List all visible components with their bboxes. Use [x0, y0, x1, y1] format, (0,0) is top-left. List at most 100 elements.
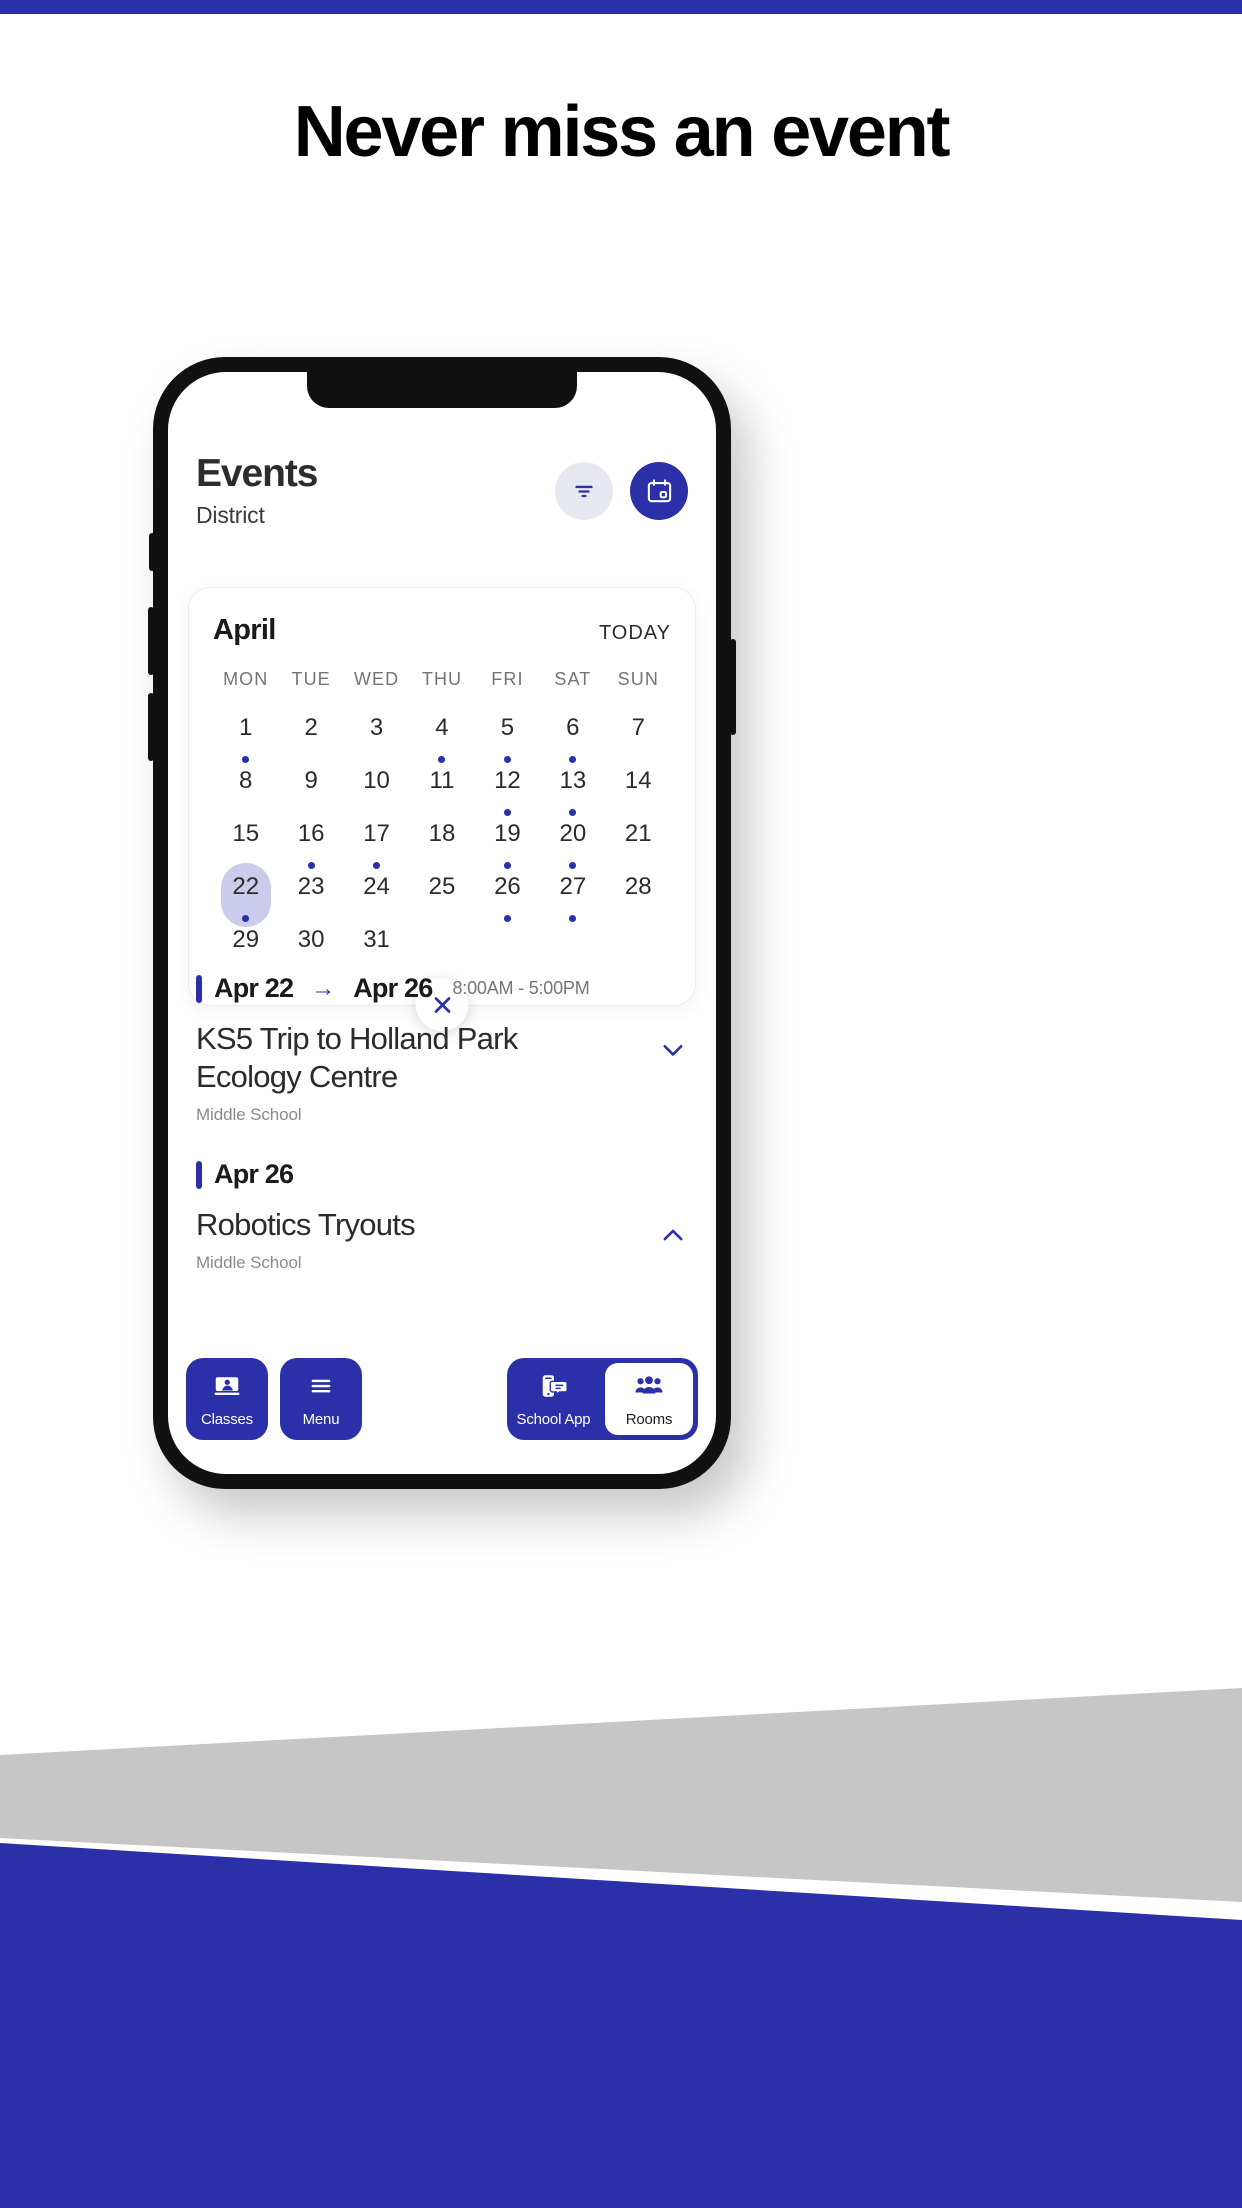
calendar-day[interactable]: 22 — [213, 863, 278, 927]
calendar-day[interactable]: 9 — [278, 763, 343, 816]
event-date-start: Apr 26 — [214, 1159, 294, 1190]
calendar-day-number — [615, 918, 661, 961]
calendar-day-number: 4 — [435, 713, 449, 741]
calendar-day[interactable]: 6 — [540, 710, 605, 763]
calendar-day-empty — [475, 922, 540, 975]
calendar-day[interactable]: 8 — [213, 763, 278, 816]
calendar-day[interactable]: 11 — [409, 763, 474, 816]
calendar-day-number — [419, 918, 465, 961]
phone-chat-icon — [539, 1371, 569, 1406]
calendar-day[interactable]: 27 — [540, 869, 605, 922]
calendar-day[interactable]: 20 — [540, 816, 605, 869]
calendar-day[interactable]: 25 — [409, 869, 474, 922]
nav-item-menu[interactable]: Menu — [280, 1358, 362, 1440]
calendar-day-number — [550, 918, 596, 961]
calendar-day-number: 19 — [494, 819, 521, 847]
calendar-day-number: 15 — [232, 819, 260, 847]
calendar-day-number — [484, 918, 530, 961]
calendar-day[interactable]: 5 — [475, 710, 540, 763]
calendar-day[interactable]: 18 — [409, 816, 474, 869]
calendar-day[interactable]: 31 — [344, 922, 409, 975]
calendar-day[interactable]: 16 — [278, 816, 343, 869]
event-text-block: KS5 Trip to Holland Park Ecology Centre M… — [196, 1020, 596, 1125]
calendar-day[interactable]: 30 — [278, 922, 343, 975]
nav-item-rooms[interactable]: Rooms — [605, 1363, 693, 1435]
today-button[interactable]: TODAY — [599, 622, 671, 645]
calendar-day-number: 21 — [624, 819, 652, 847]
page-headline: Never miss an event — [293, 92, 951, 172]
calendar-day-number: 28 — [624, 872, 652, 900]
calendar-day[interactable]: 29 — [213, 922, 278, 975]
header-actions — [555, 450, 688, 520]
calendar-day[interactable]: 19 — [475, 816, 540, 869]
bottom-navigation: Classes Menu School App Rooms — [168, 1358, 716, 1440]
calendar-button[interactable] — [630, 462, 688, 520]
volume-down-button — [148, 693, 154, 761]
calendar-day[interactable]: 3 — [344, 710, 409, 763]
nav-item-classes[interactable]: Classes — [186, 1358, 268, 1440]
calendar-day-number: 10 — [363, 766, 390, 794]
calendar-day-number: 9 — [304, 766, 318, 794]
nav-item-label: School App — [516, 1410, 591, 1428]
calendar-header: April TODAY — [213, 614, 671, 647]
weekday-header: FRI — [491, 669, 524, 689]
calendar-day-number: 24 — [363, 872, 390, 900]
people-icon — [634, 1371, 664, 1406]
calendar-day-number: 20 — [559, 819, 587, 847]
chevron-down-icon — [663, 1044, 683, 1056]
weekday-header: SUN — [617, 669, 659, 689]
calendar-day-number: 5 — [500, 713, 515, 741]
calendar-day[interactable]: 1 — [213, 710, 278, 763]
calendar-day[interactable]: 21 — [606, 816, 671, 869]
calendar-day-number: 25 — [428, 872, 456, 900]
event-accent-bar — [196, 1160, 202, 1189]
event-item[interactable]: Apr 26 Robotics Tryouts Middle School — [196, 1159, 688, 1273]
calendar-day[interactable]: 10 — [344, 763, 409, 816]
calendar-day[interactable]: 15 — [213, 816, 278, 869]
calendar-day[interactable]: 4 — [409, 710, 474, 763]
calendar-day-number: 6 — [566, 713, 580, 741]
weekday-header: MON — [223, 669, 269, 689]
calendar-day[interactable]: 26 — [475, 869, 540, 922]
calendar-day[interactable]: 13 — [540, 763, 605, 816]
calendar-day-number: 16 — [297, 819, 325, 847]
calendar-day[interactable]: 2 — [278, 710, 343, 763]
event-expand-toggle[interactable] — [658, 1020, 688, 1069]
calendar-day[interactable]: 12 — [475, 763, 540, 816]
nav-item-label: Menu — [302, 1410, 340, 1428]
event-date-row: Apr 22 → Apr 26 8:00AM - 5:00PM — [196, 973, 688, 1004]
nav-item-label: Rooms — [625, 1410, 673, 1428]
calendar-day[interactable]: 23 — [278, 869, 343, 922]
event-subtitle: Middle School — [196, 1105, 302, 1125]
page-title: Events — [196, 452, 318, 495]
calendar-day[interactable]: 28 — [606, 869, 671, 922]
event-title: KS5 Trip to Holland Park Ecology Centre — [196, 1021, 518, 1095]
calendar-day-number: 7 — [631, 713, 645, 741]
calendar-day-empty — [606, 922, 671, 975]
calendar-day-number: 27 — [559, 872, 587, 900]
filter-button[interactable] — [555, 462, 613, 520]
silent-switch — [149, 533, 155, 571]
hamburger-icon — [306, 1371, 336, 1406]
event-body: KS5 Trip to Holland Park Ecology Centre M… — [196, 1020, 688, 1125]
power-button — [730, 639, 736, 735]
calendar-day[interactable]: 17 — [344, 816, 409, 869]
calendar-day-number: 8 — [239, 766, 253, 794]
event-date-start: Apr 22 — [214, 973, 294, 1003]
event-time: 8:00AM - 5:00PM — [452, 978, 590, 998]
calendar-day-number: 12 — [494, 766, 521, 794]
event-title: Robotics Tryouts — [196, 1207, 416, 1243]
calendar-day[interactable]: 14 — [606, 763, 671, 816]
phone-mockup: Events District April TODAY MON TUE WED … — [148, 357, 736, 1489]
event-date-end: Apr 26 — [353, 973, 433, 1003]
event-expand-toggle[interactable] — [658, 1206, 688, 1255]
event-text-block: Robotics Tryouts Middle School — [196, 1206, 416, 1273]
event-accent-bar — [196, 974, 202, 1003]
calendar-day-number: 22 — [232, 872, 260, 900]
event-item[interactable]: Apr 22 → Apr 26 8:00AM - 5:00PM KS5 Trip to … — [196, 973, 688, 1125]
calendar-day[interactable]: 7 — [606, 710, 671, 763]
calendar-day[interactable]: 24 — [344, 869, 409, 922]
calendar-day-empty — [540, 922, 605, 975]
nav-item-school-app[interactable]: School App — [507, 1358, 600, 1440]
weekday-header: THU — [421, 669, 463, 689]
